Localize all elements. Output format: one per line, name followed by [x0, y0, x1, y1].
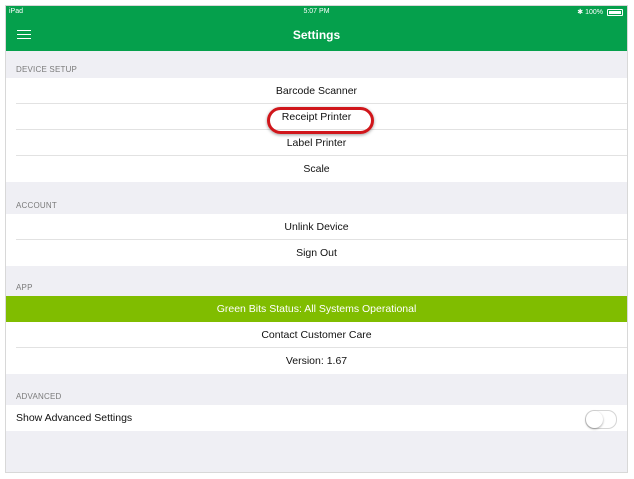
section-header-device-setup: DEVICE SETUP: [16, 65, 78, 74]
ipad-screen: iPad 5:07 PM ✱ 100% Settings DEVICE SETU…: [6, 6, 627, 472]
section-header-advanced: ADVANCED: [16, 392, 62, 401]
status-bar: iPad 5:07 PM ✱ 100%: [6, 6, 627, 19]
row-version: Version: 1.67: [6, 348, 627, 374]
toggle-knob: [586, 411, 603, 428]
row-unlink-device[interactable]: Unlink Device: [6, 214, 627, 240]
battery-icon: [607, 8, 623, 16]
status-time: 5:07 PM: [303, 8, 330, 15]
row-sign-out[interactable]: Sign Out: [6, 240, 627, 266]
system-status-banner[interactable]: Green Bits Status: All Systems Operation…: [6, 296, 627, 322]
section-header-app: APP: [16, 283, 33, 292]
row-show-advanced-settings: Show Advanced Settings: [6, 405, 627, 431]
row-receipt-printer[interactable]: Receipt Printer: [6, 104, 627, 130]
status-right: ✱ 100%: [577, 8, 623, 16]
row-label-printer[interactable]: Label Printer: [6, 130, 627, 156]
row-barcode-scanner[interactable]: Barcode Scanner: [6, 78, 627, 104]
row-scale[interactable]: Scale: [6, 156, 627, 182]
row-contact-customer-care[interactable]: Contact Customer Care: [6, 322, 627, 348]
page-title: Settings: [292, 28, 341, 42]
nav-bar: Settings: [6, 19, 627, 51]
bluetooth-icon: ✱: [577, 9, 584, 16]
section-header-account: ACCOUNT: [16, 201, 57, 210]
battery-percent: 100%: [585, 8, 603, 16]
show-advanced-toggle[interactable]: [585, 410, 617, 429]
